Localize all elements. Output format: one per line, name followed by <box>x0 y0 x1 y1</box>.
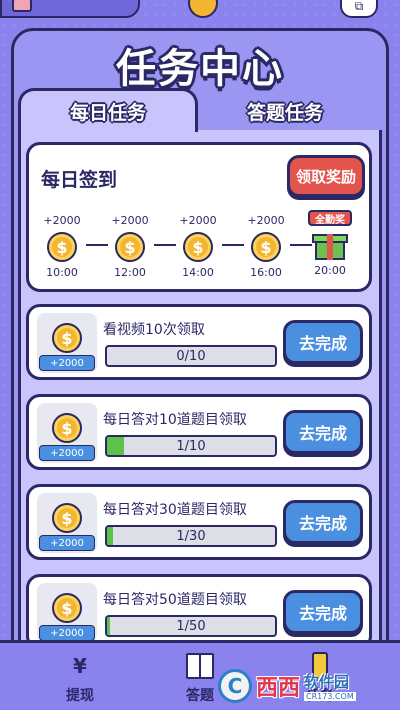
coin-icon: $ <box>52 593 82 623</box>
coin-icon: $ <box>251 232 281 262</box>
slot-amount: +2000 <box>179 214 217 227</box>
go-complete-button[interactable]: 去完成 <box>283 320 363 364</box>
reward-box: $ +2000 <box>37 403 97 463</box>
claim-reward-button[interactable]: 领取奖励 <box>287 155 365 197</box>
divider <box>154 244 176 246</box>
slot-time: 20:00 <box>314 264 346 277</box>
watermark-logo-icon: C <box>218 669 252 703</box>
progress-bar: 1/10 <box>105 435 277 457</box>
go-complete-button[interactable]: 去完成 <box>283 500 363 544</box>
task-card: $ +2000 每日答对10道题目领取 1/10 去完成 <box>26 394 372 470</box>
slot-time: 16:00 <box>250 266 282 279</box>
reward-amount: +2000 <box>39 445 95 461</box>
reward-box: $ +2000 <box>37 313 97 373</box>
coin-icon: $ <box>52 323 82 353</box>
progress-bar: 0/10 <box>105 345 277 367</box>
go-complete-button[interactable]: 去完成 <box>283 410 363 454</box>
signin-slot[interactable]: +2000 $ 14:00 <box>178 214 218 279</box>
tab-label: 答题任务 <box>246 101 323 124</box>
task-card: $ +2000 每日答对30道题目领取 1/30 去完成 <box>26 484 372 560</box>
watermark-name: 软件园 <box>304 673 350 691</box>
top-balance-pill <box>0 0 140 18</box>
tab-quiz-tasks[interactable]: 答题任务 <box>200 92 370 130</box>
divider <box>86 244 108 246</box>
coin-icon: $ <box>183 232 213 262</box>
slot-amount: +2000 <box>111 214 149 227</box>
page-title-wrap: 任务中心 <box>0 36 400 94</box>
reward-amount: +2000 <box>39 535 95 551</box>
slot-time: 14:00 <box>182 266 214 279</box>
slot-time: 10:00 <box>46 266 78 279</box>
progress-bar: 1/30 <box>105 525 277 547</box>
reward-box: $ +2000 <box>37 583 97 643</box>
ticket-icon <box>12 0 32 12</box>
top-bar: ⧉ <box>0 0 400 22</box>
coin-icon: $ <box>52 503 82 533</box>
progress-bar: 1/50 <box>105 615 277 637</box>
gift-icon <box>312 232 348 260</box>
reward-box: $ +2000 <box>37 493 97 553</box>
nav-item-withdraw[interactable]: ¥ 提现 <box>40 651 120 705</box>
divider <box>290 244 312 246</box>
reward-amount: +2000 <box>39 355 95 371</box>
task-label: 看视频10次领取 <box>103 322 205 338</box>
tab-daily-tasks[interactable]: 每日任务 <box>18 88 198 132</box>
progress-text: 1/30 <box>176 528 206 544</box>
task-label: 每日答对50道题目领取 <box>103 592 247 608</box>
coin-icon <box>188 0 218 18</box>
task-label: 每日答对10道题目领取 <box>103 412 247 428</box>
signin-slot[interactable]: +2000 $ 16:00 <box>246 214 286 279</box>
full-attendance-badge: 全勤奖 <box>308 210 352 226</box>
task-card: $ +2000 每日答对50道题目领取 1/50 去完成 <box>26 574 372 650</box>
coin-icon: $ <box>115 232 145 262</box>
page-title: 任务中心 <box>116 46 284 92</box>
coin-icon: $ <box>47 232 77 262</box>
watermark-brand: 西西 <box>256 676 301 701</box>
slot-time: 12:00 <box>114 266 146 279</box>
yen-icon: ¥ <box>73 654 87 678</box>
signin-slot[interactable]: +2000 $ 12:00 <box>110 214 150 279</box>
progress-text: 1/10 <box>176 438 206 454</box>
progress-text: 1/50 <box>176 618 206 634</box>
slot-amount: +2000 <box>247 214 285 227</box>
task-label: 每日答对30道题目领取 <box>103 502 247 518</box>
signin-slot[interactable]: +2000 $ 10:00 <box>42 214 82 279</box>
watermark-url: CR173.COM <box>304 692 356 701</box>
task-card: $ +2000 看视频10次领取 0/10 去完成 <box>26 304 372 380</box>
coin-icon: $ <box>52 413 82 443</box>
progress-text: 0/10 <box>176 348 206 364</box>
signin-slot-gift[interactable]: 20:00 <box>310 232 350 277</box>
watermark: C 西西 软件园 CR173.COM <box>218 666 396 706</box>
nav-label: 提现 <box>66 688 94 704</box>
top-action-button[interactable]: ⧉ <box>340 0 378 18</box>
reward-amount: +2000 <box>39 625 95 641</box>
slot-amount: +2000 <box>43 214 81 227</box>
go-complete-button[interactable]: 去完成 <box>283 590 363 634</box>
divider <box>222 244 244 246</box>
signin-title: 每日签到 <box>41 169 118 191</box>
book-icon <box>185 651 215 681</box>
tab-label: 每日任务 <box>69 102 146 124</box>
